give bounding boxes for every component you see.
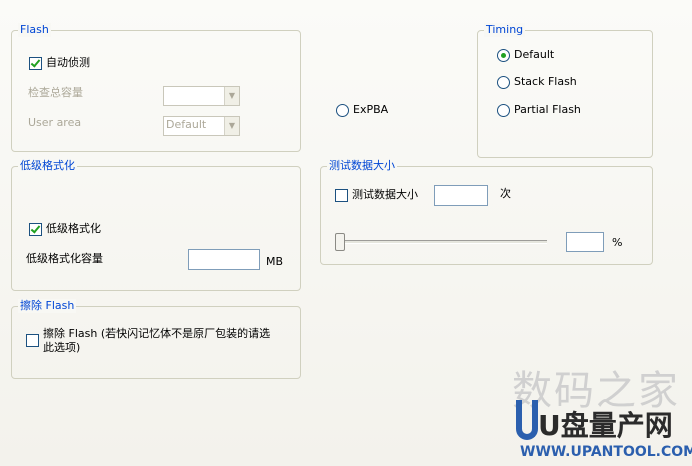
auto-detect-label: 自动侦测 <box>46 56 90 69</box>
low-format-checkbox-label: 低级格式化 <box>46 222 101 235</box>
auto-detect-check-box[interactable] <box>29 56 42 70</box>
test-data-slider-thumb[interactable] <box>335 233 345 251</box>
watermark-line3: WWW.UPANTOOL.COM <box>520 444 692 460</box>
low-format-group: 低级格式化 低级格式化 低级格式化容量 MB <box>11 159 301 291</box>
timing-group: Timing Default Stack Flash Partial Flash <box>477 23 653 158</box>
erase-flash-check-box[interactable] <box>26 334 39 347</box>
watermark-line2: U盘量产网 <box>538 409 673 442</box>
user-area-label: User area <box>28 116 82 129</box>
user-area-row: User area <box>28 116 81 130</box>
expba-radio-circle[interactable] <box>336 103 349 117</box>
erase-flash-label-line1: 擦除 Flash (若快闪记忆体不是原厂包装的请选 <box>43 327 271 340</box>
timing-stack-flash-label: Stack Flash <box>514 75 577 88</box>
chevron-down-icon[interactable]: ▼ <box>224 117 239 135</box>
test-data-percent-unit-row: % <box>612 236 622 250</box>
timing-option-partial-flash[interactable]: Partial Flash <box>497 103 581 117</box>
erase-flash-group-title: 擦除 Flash <box>18 299 77 313</box>
check-capacity-label: 检查总容量 <box>28 86 83 99</box>
timing-group-title: Timing <box>484 23 526 37</box>
erase-flash-label-block: 擦除 Flash (若快闪记忆体不是原厂包装的请选 此选项) <box>43 327 270 355</box>
test-data-percent-unit: % <box>612 236 623 249</box>
user-area-value: Default <box>166 118 207 131</box>
test-data-check-box[interactable] <box>335 188 348 202</box>
test-data-count-input[interactable] <box>434 185 488 206</box>
test-data-checkbox-label: 测试数据大小 <box>352 188 418 201</box>
low-format-checkbox[interactable]: 低级格式化 <box>29 222 101 236</box>
test-data-slider-track[interactable] <box>335 240 547 244</box>
low-format-unit-row: MB <box>266 255 283 269</box>
timing-default-radio-circle[interactable] <box>497 48 510 62</box>
expba-label: ExPBA <box>353 103 389 116</box>
erase-flash-label-line2: 此选项) <box>43 341 81 354</box>
erase-flash-group: 擦除 Flash 擦除 Flash (若快闪记忆体不是原厂包装的请选 此选项) <box>11 299 301 379</box>
test-data-count-unit: 次 <box>500 187 511 200</box>
watermark-u-logo <box>516 400 538 440</box>
low-format-capacity-row: 低级格式化容量 <box>26 252 103 266</box>
check-capacity-select[interactable]: ▼ <box>163 86 240 106</box>
low-format-capacity-label: 低级格式化容量 <box>26 252 103 265</box>
test-data-percent-input[interactable] <box>566 232 604 252</box>
auto-detect-checkbox[interactable]: 自动侦测 <box>29 56 90 70</box>
test-data-checkbox[interactable]: 测试数据大小 <box>335 188 418 202</box>
flash-group-title: Flash <box>18 23 51 37</box>
low-format-group-title: 低级格式化 <box>18 159 77 173</box>
timing-default-label: Default <box>514 48 555 61</box>
test-data-count-unit-row: 次 <box>500 187 511 201</box>
test-data-group: 测试数据大小 测试数据大小 次 % <box>320 159 653 265</box>
check-capacity-row: 检查总容量 <box>28 86 83 100</box>
erase-flash-checkbox[interactable]: 擦除 Flash (若快闪记忆体不是原厂包装的请选 此选项) <box>26 327 270 355</box>
user-area-select[interactable]: Default ▼ <box>163 116 240 136</box>
low-format-unit: MB <box>266 255 284 268</box>
timing-partial-flash-radio-circle[interactable] <box>497 103 510 117</box>
timing-option-default[interactable]: Default <box>497 48 554 62</box>
test-data-group-title: 测试数据大小 <box>327 159 397 173</box>
flash-group: Flash 自动侦测 检查总容量 ▼ User area Default ▼ <box>11 23 301 152</box>
timing-partial-flash-label: Partial Flash <box>514 103 581 116</box>
low-format-capacity-input[interactable] <box>188 249 260 270</box>
low-format-check-box[interactable] <box>29 222 42 236</box>
expba-radio[interactable]: ExPBA <box>336 103 388 117</box>
timing-option-stack-flash[interactable]: Stack Flash <box>497 75 577 89</box>
chevron-down-icon[interactable]: ▼ <box>224 87 239 105</box>
timing-stack-flash-radio-circle[interactable] <box>497 75 510 89</box>
